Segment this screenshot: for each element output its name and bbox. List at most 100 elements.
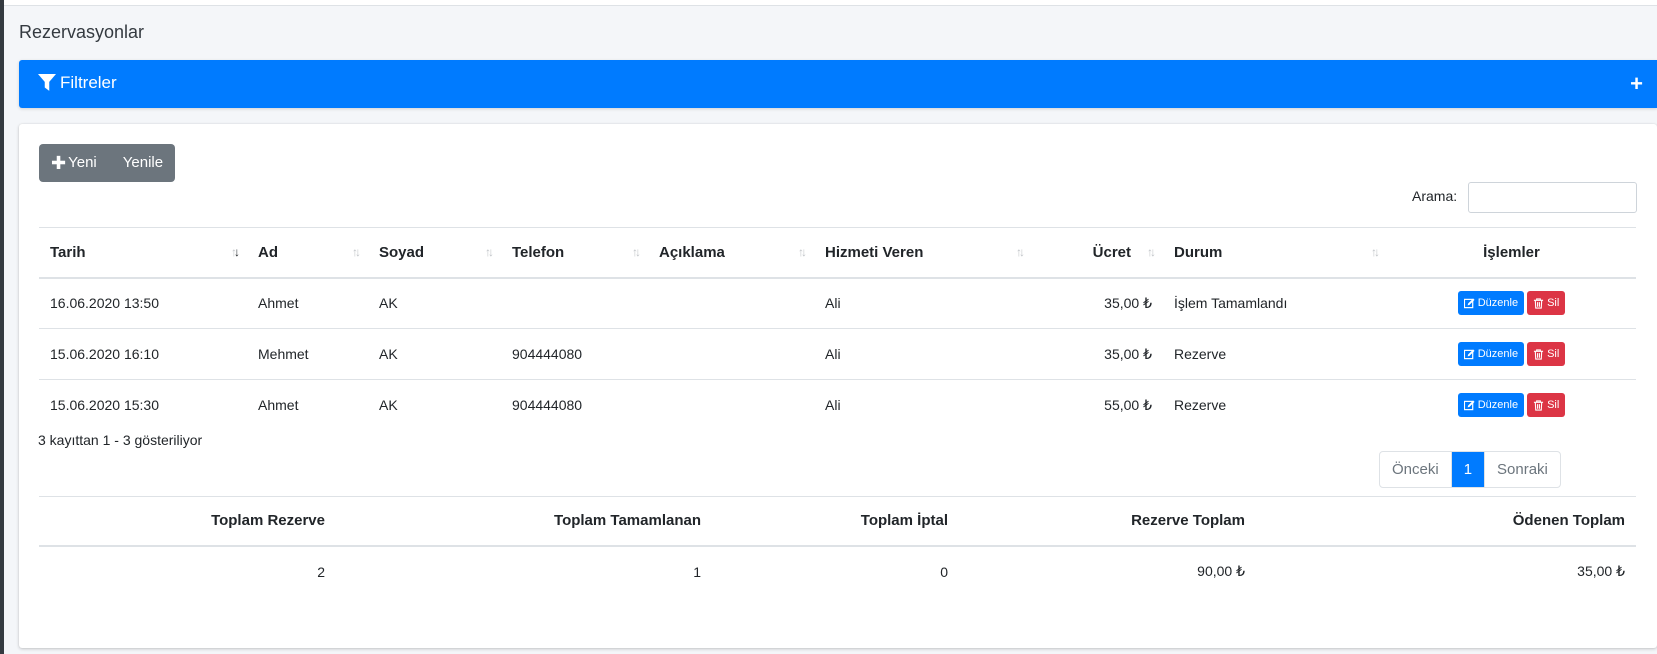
column-label: Durum (1174, 243, 1223, 261)
cell-hizmeti-veren: Ali (814, 328, 1032, 380)
delete-button[interactable]: Sil (1527, 393, 1566, 418)
column-header-soyad[interactable]: Soyad ↑↓ (368, 227, 501, 279)
column-label: İşlemler (1483, 243, 1540, 261)
pagination-next[interactable]: Sonraki (1484, 452, 1560, 487)
totals-header-iptal: Toplam İptal (712, 496, 959, 547)
table-row: 15.06.2020 15:30 Ahmet AK 904444080 Ali … (39, 379, 1636, 431)
sort-icon: ↑↓ (798, 245, 807, 259)
edit-button[interactable]: Düzenle (1457, 393, 1525, 418)
cell-aciklama (648, 379, 814, 431)
totals-value-odenen-toplam: 35,00 ₺ (1577, 563, 1625, 579)
pagination-previous[interactable]: Önceki (1380, 452, 1451, 487)
totals-value-rezerve-toplam: 90,00 ₺ (1197, 563, 1245, 579)
cell-durum: Rezerve (1163, 379, 1387, 431)
sort-icon: ↑↓ (352, 245, 361, 259)
column-header-tarih[interactable]: Tarih ↑↓ (39, 227, 247, 279)
refresh-button-label: Yenile (122, 154, 164, 171)
cell-actions: Düzenle Sil (1387, 379, 1636, 431)
cell-tarih: 15.06.2020 15:30 (39, 379, 247, 431)
reservations-table: Tarih ↑↓ Ad ↑↓ Soyad ↑↓ Telefon ↑↓ Açıkl… (39, 227, 1636, 431)
totals-header-row: Toplam Rezerve Toplam Tamamlanan Toplam … (39, 496, 1636, 547)
reservations-card: ✚ Yeni Yenile Arama: Tarih ↑↓ Ad ↑↓ Soya… (19, 124, 1657, 648)
delete-button[interactable]: Sil (1527, 342, 1566, 366)
totals-header-rezerve-toplam: Rezerve Toplam (959, 496, 1256, 547)
top-navbar-edge (4, 0, 1657, 6)
pagination-page-current[interactable]: 1 (1450, 452, 1485, 487)
cell-ucret: 35,00 ₺ (1032, 328, 1163, 380)
cell-hizmeti-veren: Ali (814, 379, 1032, 431)
totals-header-odenen-toplam: Ödenen Toplam (1256, 496, 1636, 547)
trash-icon (1533, 348, 1544, 360)
totals-value-iptal: 0 (940, 563, 948, 580)
sort-icon: ↑↓ (1016, 245, 1025, 259)
column-label: Telefon (512, 243, 565, 261)
cell-ad: Mehmet (247, 328, 368, 380)
column-header-hizmeti-veren[interactable]: Hizmeti Veren ↑↓ (814, 227, 1032, 279)
edit-button-label: Düzenle (1477, 297, 1519, 310)
filter-icon (38, 74, 56, 91)
sort-icon: ↑↓ (632, 245, 641, 259)
cell-ad: Ahmet (258, 295, 299, 312)
column-header-aciklama[interactable]: Açıklama ↑↓ (648, 227, 814, 279)
cell-durum: Rezerve (1163, 328, 1387, 380)
column-header-telefon[interactable]: Telefon ↑↓ (501, 227, 648, 279)
cell-hizmeti-veren: Ali (825, 295, 841, 312)
cell-aciklama (648, 328, 814, 380)
edit-icon (1463, 348, 1475, 359)
column-header-ucret[interactable]: Ücret ↑↓ (1032, 227, 1163, 279)
column-label: Ad (258, 243, 278, 261)
sort-icon: ↑↓ (1371, 245, 1380, 259)
edit-button[interactable]: Düzenle (1457, 291, 1525, 316)
edit-button-label: Düzenle (1477, 399, 1519, 412)
pagination: Önceki 1 Sonraki (1379, 451, 1561, 488)
column-header-durum[interactable]: Durum ↑↓ (1163, 227, 1387, 279)
edit-button[interactable]: Düzenle (1457, 342, 1525, 366)
column-header-islemler: İşlemler (1387, 227, 1636, 279)
toolbar-button-group: ✚ Yeni Yenile (39, 144, 176, 182)
delete-button-label: Sil (1547, 297, 1560, 310)
column-label: Tarih (50, 243, 86, 261)
new-button[interactable]: ✚ Yeni (39, 144, 109, 182)
table-row: 16.06.2020 13:50 Ahmet AK Ali 35,00 ₺ İş… (39, 278, 1636, 329)
trash-icon (1533, 400, 1544, 411)
cell-actions: Düzenle Sil (1387, 278, 1636, 329)
sort-desc-icon: ↑↓ (231, 245, 240, 259)
filter-panel-header[interactable]: Filtreler + (19, 60, 1657, 108)
cell-ad: Ahmet (247, 379, 368, 431)
sort-icon: ↑↓ (485, 245, 494, 259)
column-label: Ücret (1092, 243, 1131, 261)
edit-icon (1463, 400, 1475, 410)
edit-icon (1463, 298, 1475, 308)
cell-soyad: AK (368, 328, 501, 380)
table-info-text: 3 kayıttan 1 - 3 gösteriliyor (38, 432, 203, 448)
cell-ucret: 55,00 ₺ (1032, 379, 1163, 431)
plus-icon: ✚ (51, 153, 67, 173)
totals-value-tamamlanan: 1 (693, 563, 701, 580)
search-input[interactable] (1468, 182, 1637, 213)
cell-soyad: AK (368, 379, 501, 431)
cell-tarih: 16.06.2020 13:50 (50, 295, 159, 312)
edit-button-label: Düzenle (1477, 348, 1519, 360)
trash-icon (1533, 298, 1544, 309)
column-label: Hizmeti Veren (825, 243, 924, 261)
refresh-button[interactable]: Yenile (109, 144, 175, 182)
totals-table: Toplam Rezerve Toplam Tamamlanan Toplam … (39, 496, 1636, 597)
cell-aciklama (648, 278, 814, 329)
cell-soyad: AK (379, 295, 398, 312)
expand-icon[interactable]: + (1630, 71, 1643, 97)
table-row: 15.06.2020 16:10 Mehmet AK 904444080 Ali… (39, 328, 1636, 380)
cell-actions: Düzenle Sil (1387, 328, 1636, 380)
cell-telefon: 904444080 (501, 379, 648, 431)
delete-button-label: Sil (1547, 348, 1560, 360)
new-button-label: Yeni (68, 154, 97, 171)
sort-icon: ↑↓ (1147, 245, 1156, 259)
cell-tarih: 15.06.2020 16:10 (39, 328, 247, 380)
delete-button-label: Sil (1547, 399, 1560, 412)
cell-durum: İşlem Tamamlandı (1174, 295, 1288, 312)
delete-button[interactable]: Sil (1527, 291, 1566, 316)
column-header-ad[interactable]: Ad ↑↓ (247, 227, 368, 279)
cell-telefon (501, 278, 648, 329)
cell-telefon: 904444080 (501, 328, 648, 380)
column-label: Açıklama (659, 243, 725, 261)
page-title: Rezervasyonlar (19, 22, 145, 42)
